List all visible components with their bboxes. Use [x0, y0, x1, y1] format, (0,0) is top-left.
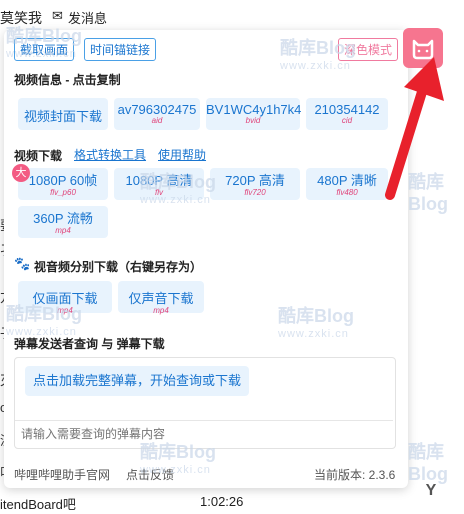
format-720p-button[interactable]: 720P 高清 flv720	[210, 168, 300, 200]
aid-label: aid	[151, 116, 163, 125]
format-label: 720P 高清	[225, 173, 285, 188]
panel-footer: 哔哩哔哩助手官网 点击反馈 当前版本: 2.3.6	[4, 466, 408, 482]
format-sub: flv	[155, 188, 163, 197]
load-danmaku-button[interactable]: 点击加载完整弹幕，开始查询或下载	[25, 366, 249, 396]
danmaku-search-input[interactable]	[15, 420, 393, 446]
separate-download-title: 视音频分别下载（右键另存为）	[34, 260, 203, 274]
paw-icon: 🐾	[14, 256, 31, 271]
format-label: 1080P 高清	[125, 173, 193, 188]
mail-icon: ✉	[52, 8, 63, 23]
cover-download-button[interactable]: 视频封面下载	[18, 98, 108, 130]
format-label: 360P 流畅	[33, 211, 93, 226]
format-sub: flv_p60	[50, 188, 76, 197]
video-duration: 1:02:26	[200, 494, 244, 509]
format-tool-link[interactable]: 格式转换工具	[74, 146, 146, 163]
audio-only-label: 仅声音下载	[128, 291, 194, 306]
video-info-title: 视频信息 - 点击复制	[14, 73, 121, 87]
feedback-link[interactable]: 点击反馈	[126, 466, 174, 483]
video-only-sub: mp4	[57, 306, 73, 315]
danmaku-box: 点击加载完整弹幕，开始查询或下载	[14, 357, 396, 449]
bvid-copy-button[interactable]: BV1WC4y1h7k4 bvid	[206, 98, 302, 130]
format-1080p60-button[interactable]: 大 1080P 60帧 flv_p60	[12, 164, 108, 200]
bvid-value: BV1WC4y1h7k4	[206, 102, 302, 117]
format-label: 480P 清晰	[317, 173, 377, 188]
red-arrow-icon	[385, 57, 444, 200]
cid-copy-button[interactable]: 210354142 cid	[306, 98, 388, 130]
video-only-button[interactable]: 仅画面下载 mp4	[18, 281, 112, 315]
format-sub: flv720	[244, 188, 266, 197]
background-footer: itendBoard吧 1:02:26	[0, 494, 464, 514]
aid-copy-button[interactable]: av796302475 aid	[114, 98, 200, 130]
format-1080p-button[interactable]: 1080P 高清 flv	[114, 168, 204, 200]
format-480p-button[interactable]: 480P 清晰 flv480	[306, 168, 388, 200]
timestamp-link-button[interactable]: 时间锚链接	[84, 38, 157, 61]
format-sub: flv480	[336, 188, 358, 197]
aid-value: av796302475	[117, 102, 197, 117]
format-label: 1080P 60帧	[28, 173, 98, 188]
corner-logo: Y	[425, 482, 437, 499]
watermark-text: 酷库Blog	[408, 442, 448, 484]
video-only-label: 仅画面下载	[32, 291, 98, 306]
bvid-label: bvid	[245, 116, 261, 125]
audio-only-button[interactable]: 仅声音下载 mp4	[118, 281, 204, 315]
version-text: 当前版本: 2.3.6	[314, 468, 396, 482]
screenshot-button[interactable]: 截取画面	[14, 38, 75, 61]
audio-only-sub: mp4	[153, 306, 169, 315]
cid-label: cid	[341, 116, 353, 125]
video-download-title: 视频下载	[14, 149, 63, 163]
uploader-name[interactable]: 莫笑我	[0, 8, 42, 28]
background-bottom-text: itendBoard吧	[0, 497, 76, 512]
format-sub: mp4	[55, 226, 71, 235]
help-link[interactable]: 使用帮助	[158, 146, 206, 163]
send-message-link[interactable]: 发消息	[68, 8, 107, 27]
cid-value: 210354142	[314, 102, 380, 117]
vip-badge: 大	[12, 164, 30, 182]
helper-panel: 截取画面 时间锚链接 深色模式 视频信息 - 点击复制 视频封面下载 av796…	[4, 30, 408, 488]
watermark: 酷库Blog	[408, 438, 464, 485]
official-site-link[interactable]: 哔哩哔哩助手官网	[14, 466, 110, 483]
background-header: 莫笑我 ✉ 发消息	[0, 0, 464, 34]
format-360p-button[interactable]: 360P 流畅 mp4	[18, 206, 108, 238]
danmaku-title: 弹幕发送者查询 与 弹幕下载	[14, 337, 165, 351]
